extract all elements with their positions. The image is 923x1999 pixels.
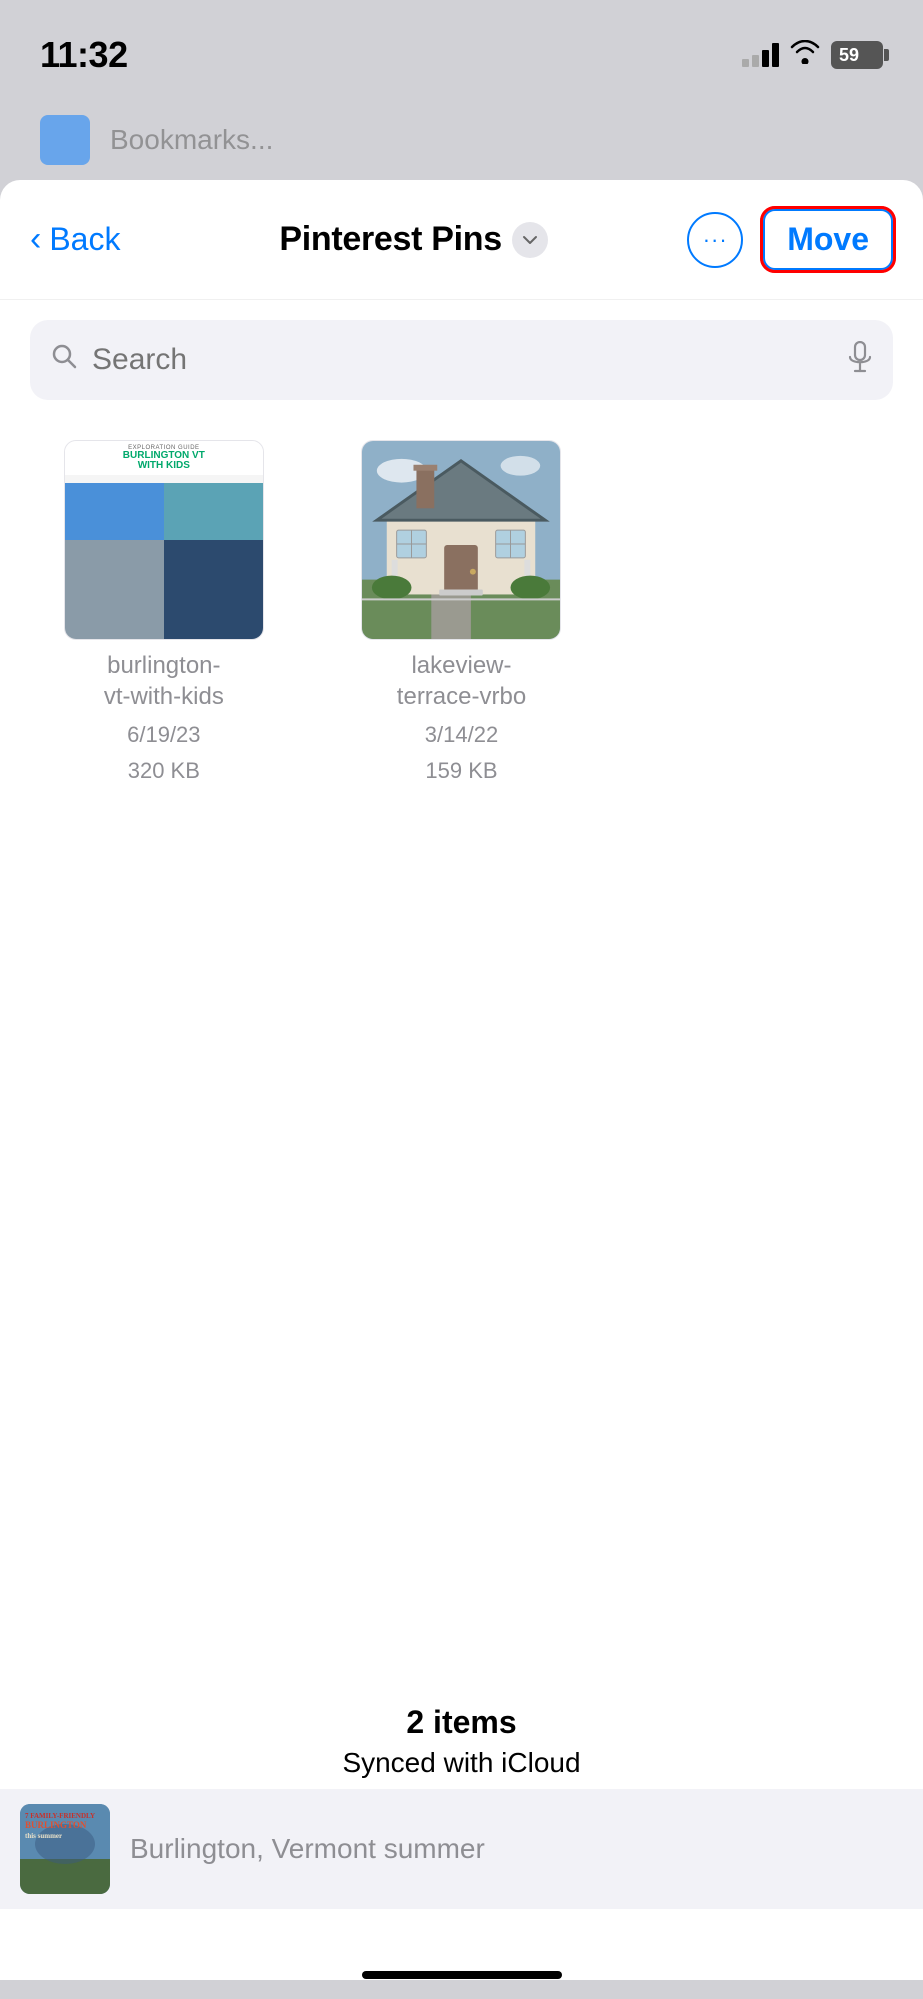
battery-icon: 59 bbox=[831, 41, 883, 69]
file-size-burlington: 320 KB bbox=[128, 758, 200, 784]
background-bar: Bookmarks... bbox=[0, 100, 923, 180]
file-item-burlington[interactable]: Exploration Guide Burlington VTwith Kids… bbox=[30, 440, 298, 784]
suggestion-thumbnail: 7 FAMILY-FRIENDLY BURLINGTON this summer bbox=[20, 1804, 110, 1894]
signal-bar-1 bbox=[742, 59, 749, 67]
svg-text:7 FAMILY-FRIENDLY: 7 FAMILY-FRIENDLY bbox=[25, 1812, 95, 1820]
status-icons: 59 bbox=[742, 40, 883, 71]
nav-title-dropdown[interactable] bbox=[512, 222, 548, 258]
signal-bar-3 bbox=[762, 50, 769, 67]
search-container bbox=[0, 300, 923, 420]
battery-level: 59 bbox=[839, 45, 859, 66]
back-label: Back bbox=[49, 221, 120, 258]
file-name-lakeview: lakeview-terrace-vrbo bbox=[397, 650, 526, 712]
back-button[interactable]: ‹ Back bbox=[30, 220, 140, 259]
sync-status: Synced with iCloud bbox=[0, 1747, 923, 1779]
status-time: 11:32 bbox=[40, 34, 128, 76]
thumb-header: Exploration Guide Burlington VTwith Kids bbox=[65, 441, 263, 475]
file-thumbnail-lakeview bbox=[361, 440, 561, 640]
wifi-icon bbox=[789, 40, 821, 71]
file-thumbnail-burlington: Exploration Guide Burlington VTwith Kids bbox=[64, 440, 264, 640]
nav-title: Pinterest Pins bbox=[279, 220, 502, 259]
file-item-lakeview[interactable]: lakeview-terrace-vrbo 3/14/22 159 KB bbox=[328, 440, 596, 784]
search-icon bbox=[50, 342, 78, 378]
home-indicator bbox=[362, 1971, 562, 1979]
file-size-lakeview: 159 KB bbox=[425, 758, 497, 784]
signal-icon bbox=[742, 43, 779, 67]
svg-text:BURLINGTON: BURLINGTON bbox=[25, 1820, 87, 1830]
back-chevron-icon: ‹ bbox=[30, 220, 41, 259]
file-date-burlington: 6/19/23 bbox=[127, 722, 200, 748]
house-svg bbox=[362, 441, 560, 639]
more-button[interactable]: ··· bbox=[687, 212, 743, 268]
bottom-status: 2 items Synced with iCloud bbox=[0, 1704, 923, 1779]
bottom-suggestion[interactable]: 7 FAMILY-FRIENDLY BURLINGTON this summer… bbox=[0, 1789, 923, 1909]
file-name-burlington: burlington-vt-with-kids bbox=[104, 650, 224, 712]
search-input[interactable] bbox=[92, 343, 833, 377]
status-bar: 11:32 59 bbox=[0, 0, 923, 100]
main-panel: ‹ Back Pinterest Pins ··· Move bbox=[0, 180, 923, 1980]
behind-app-icon bbox=[40, 115, 90, 165]
signal-bar-4 bbox=[772, 43, 779, 67]
nav-actions: ··· Move bbox=[687, 209, 893, 270]
move-button[interactable]: Move bbox=[763, 209, 893, 270]
files-grid: Exploration Guide Burlington VTwith Kids… bbox=[0, 420, 923, 804]
nav-bar: ‹ Back Pinterest Pins ··· Move bbox=[0, 180, 923, 300]
signal-bar-2 bbox=[752, 55, 759, 67]
file-date-lakeview: 3/14/22 bbox=[425, 722, 498, 748]
behind-app-text: Bookmarks... bbox=[110, 124, 273, 156]
items-count: 2 items bbox=[0, 1704, 923, 1741]
search-bar[interactable] bbox=[30, 320, 893, 400]
microphone-icon[interactable] bbox=[847, 341, 873, 380]
nav-title-area: Pinterest Pins bbox=[279, 220, 548, 259]
svg-text:this summer: this summer bbox=[25, 1832, 62, 1840]
suggestion-text: Burlington, Vermont summer bbox=[130, 1833, 485, 1865]
